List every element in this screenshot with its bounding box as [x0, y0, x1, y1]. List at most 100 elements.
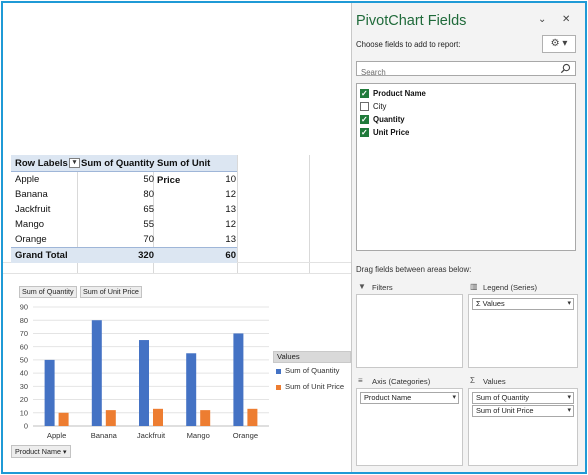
pivot-table[interactable]: Row Labels ▾ Sum of Quantity Sum of Unit… [11, 155, 237, 263]
x-tick-label: Banana [91, 431, 118, 440]
values-sum-quantity-pill[interactable]: Sum of Quantity ▾ [472, 392, 574, 404]
y-tick-label: 50 [20, 355, 28, 364]
chart-plot: 0 10 20 30 40 50 60 70 80 90 Apple Banana Jackfruit M… [20, 303, 269, 440]
field-checkbox[interactable] [360, 127, 369, 138]
quantity-cell: 65 [143, 204, 154, 215]
y-tick-label: 60 [20, 342, 28, 351]
product-name-axis-button[interactable]: Product Name ▾ [11, 445, 71, 458]
y-tick-label: 10 [20, 408, 28, 417]
x-tick-label: Mango [187, 431, 210, 440]
field-label: Unit Price [373, 128, 410, 137]
pane-title: PivotChart Fields [356, 13, 467, 29]
quantity-cell: 70 [143, 234, 154, 245]
row-label-cell: Banana [15, 189, 48, 200]
field-item-product-name[interactable]: Product Name [357, 87, 575, 100]
legend-area-title: Legend (Series) [483, 283, 538, 292]
row-label-cell: Jackfruit [15, 204, 51, 215]
pill-label: Sum of Quantity [476, 393, 529, 402]
y-tick-label: 80 [20, 316, 28, 325]
chevron-down-icon[interactable]: ▾ [567, 393, 571, 403]
legend-item[interactable]: Sum of Quantity [273, 363, 351, 379]
bar-sum-of-quantity [44, 359, 55, 426]
grand-total-quantity: 320 [138, 250, 154, 261]
field-settings-button[interactable]: ⚙ ▾ [542, 35, 576, 53]
pivot-row[interactable]: Apple 50 10 [11, 172, 237, 187]
quantity-cell: 50 [143, 174, 154, 185]
search-input[interactable] [357, 66, 547, 79]
values-sum-unit-price-pill[interactable]: Sum of Unit Price ▾ [472, 405, 574, 417]
pivot-header-row: Row Labels ▾ Sum of Quantity Sum of Unit… [11, 155, 237, 186]
chevron-down-icon[interactable]: ▾ [567, 299, 571, 309]
window-frame: Row Labels ▾ Sum of Quantity Sum of Unit… [1, 1, 587, 474]
bar-sum-of-quantity [139, 340, 149, 426]
worksheet[interactable]: Row Labels ▾ Sum of Quantity Sum of Unit… [3, 3, 351, 472]
sigma-icon: Σ [470, 376, 475, 385]
legend-swatch [276, 369, 281, 374]
row-labels-filter-button[interactable]: ▾ [69, 158, 80, 168]
unit-price-cell: 12 [225, 219, 236, 230]
bar-sum-of-unit-price [105, 410, 116, 426]
grand-total-row[interactable]: Grand Total 320 60 [11, 247, 237, 263]
unit-price-cell: 12 [225, 189, 236, 200]
axis-product-name-pill[interactable]: Product Name ▾ [360, 392, 459, 404]
filters-area[interactable] [356, 294, 463, 368]
pivot-row[interactable]: Jackfruit 65 13 [11, 202, 237, 217]
pane-options-dropdown[interactable]: ⌄ [538, 14, 546, 25]
row-label-cell: Apple [15, 174, 40, 185]
field-item-city[interactable]: City [357, 100, 575, 113]
unit-price-cell: 13 [225, 234, 236, 245]
bar-sum-of-quantity [233, 333, 244, 426]
y-tick-label: 90 [20, 303, 28, 312]
pill-label: Values [482, 299, 505, 308]
field-checkbox[interactable] [360, 114, 369, 125]
y-tick-label: 70 [20, 329, 28, 338]
pivot-row[interactable]: Mango 55 12 [11, 217, 237, 232]
field-checkbox[interactable] [360, 88, 369, 99]
gridline [309, 155, 310, 273]
pivot-row[interactable]: Orange 70 13 [11, 232, 237, 247]
values-area[interactable]: Sum of Quantity ▾ Sum of Unit Price ▾ [468, 388, 578, 466]
legend-label: Sum of Quantity [285, 366, 340, 375]
bar-sum-of-quantity [91, 320, 102, 426]
x-tick-label: Orange [233, 431, 258, 440]
y-tick-label: 0 [24, 422, 28, 431]
field-checkbox[interactable] [360, 102, 369, 111]
bar-sum-of-unit-price [200, 410, 211, 426]
field-search-box[interactable] [356, 61, 576, 79]
legend-item[interactable]: Sum of Unit Price [273, 379, 351, 395]
chevron-down-icon[interactable]: ▾ [452, 393, 456, 403]
field-item-unit-price[interactable]: Unit Price [357, 126, 575, 139]
field-label: Quantity [373, 115, 405, 124]
values-area-title: Values [483, 377, 506, 386]
row-label-cell: Orange [15, 234, 47, 245]
quantity-cell: 55 [143, 219, 154, 230]
choose-fields-label: Choose fields to add to report: [356, 40, 461, 49]
legend-series-icon: ▥ [470, 282, 478, 291]
grand-total-unit-price: 60 [225, 250, 236, 261]
legend-title[interactable]: Values [273, 351, 351, 363]
drag-fields-label: Drag fields between areas below: [356, 265, 472, 274]
axis-categories-area[interactable]: Product Name ▾ [356, 388, 463, 466]
row-label-cell: Mango [15, 219, 45, 230]
field-item-quantity[interactable]: Quantity [357, 113, 575, 126]
sigma-icon: Σ [476, 299, 481, 308]
gear-icon: ⚙ [550, 38, 560, 49]
chevron-down-icon[interactable]: ▾ [567, 406, 571, 416]
pivot-chart[interactable]: Sum of Quantity Sum of Unit Price 0 10 20 3… [11, 283, 351, 463]
legend-series-area[interactable]: Σ Values ▾ [468, 294, 578, 368]
close-icon[interactable]: ✕ [562, 14, 570, 25]
unit-price-cell: 13 [225, 204, 236, 215]
x-tick-label: Jackfruit [137, 431, 166, 440]
y-tick-label: 40 [20, 369, 28, 378]
chevron-down-icon: ▾ [562, 38, 568, 49]
legend-swatch [276, 385, 281, 390]
bar-sum-of-unit-price [58, 412, 69, 426]
search-icon[interactable] [560, 63, 571, 74]
gridline [237, 155, 238, 273]
legend-values-pill[interactable]: Σ Values ▾ [472, 298, 574, 310]
filter-icon: ▼ [358, 282, 366, 291]
chart-legend[interactable]: Values Sum of Quantity Sum of Unit Price [273, 351, 351, 395]
filters-area-title: Filters [372, 283, 393, 292]
grand-total-label: Grand Total [15, 250, 68, 261]
pivot-row[interactable]: Banana 80 12 [11, 187, 237, 202]
